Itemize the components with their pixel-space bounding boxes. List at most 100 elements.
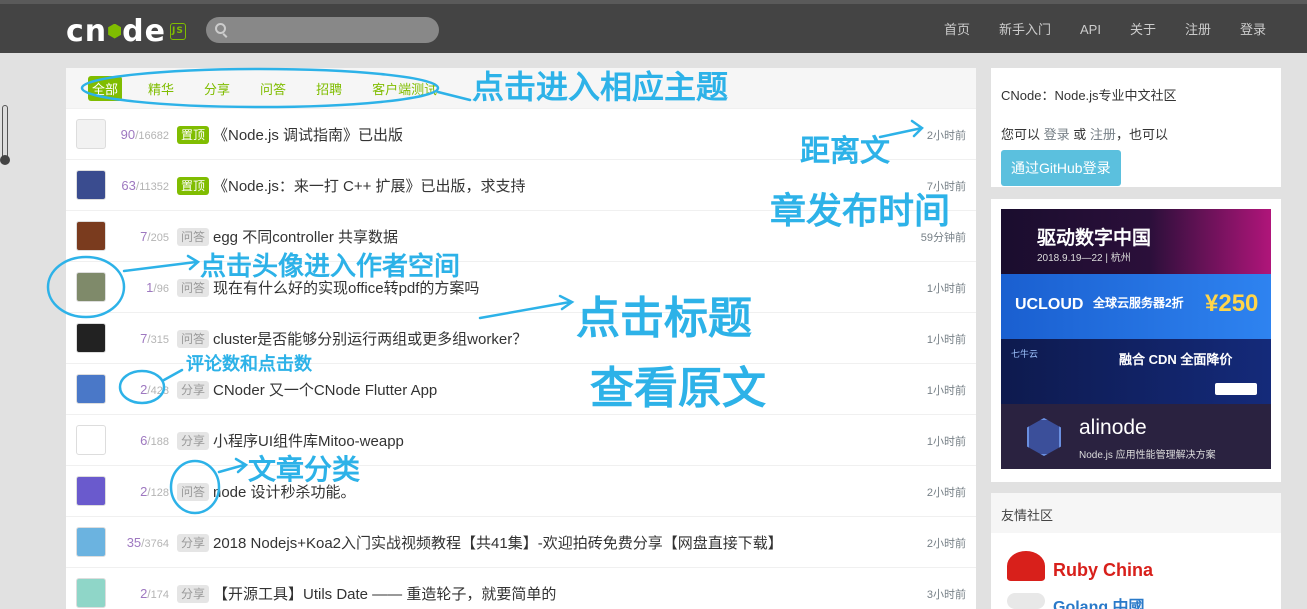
reply-visit-count: 7/315 xyxy=(104,331,169,346)
ad-title: UCLOUD xyxy=(1015,296,1084,313)
annotation-title-note-2: 查看原文 xyxy=(590,363,766,414)
search-icon xyxy=(215,23,226,34)
topic-title[interactable]: egg 不同controller 共享数据 xyxy=(213,226,398,247)
topic-title[interactable]: cluster是否能够分别运行两组或更多组worker？ xyxy=(213,328,527,349)
tab-share[interactable]: 分享 xyxy=(200,76,234,101)
tab-all[interactable]: 全部 xyxy=(88,75,123,101)
register-link[interactable]: 注册 xyxy=(1090,127,1116,142)
friend-link-golang[interactable]: Golang 中國 xyxy=(1053,593,1145,609)
friends-title: 友情社区 xyxy=(991,493,1281,533)
author-avatar[interactable] xyxy=(76,323,106,353)
node-hex-icon xyxy=(108,23,122,39)
topic-tag: 问答 xyxy=(177,330,210,348)
topic-row[interactable]: 35/3764 分享 2018 Nodejs+Koa2入门实战视频教程【共41集… xyxy=(66,516,976,567)
author-avatar[interactable] xyxy=(76,527,106,557)
search-input[interactable] xyxy=(206,17,439,43)
login-suffix: ，也可以 xyxy=(1115,127,1168,142)
ad-banner-alinode[interactable]: alinode Node.js 应用性能管理解决方案 xyxy=(1001,404,1271,469)
reply-count: 90 xyxy=(120,126,136,142)
annotation-count-note: 评论数和点击数 xyxy=(186,354,312,375)
reply-visit-count: 7/205 xyxy=(104,229,169,244)
topic-title[interactable]: 《Node.js：来一打 C++ 扩展》已出版，求支持 xyxy=(213,175,526,196)
nav-home[interactable]: 首页 xyxy=(944,20,970,40)
ad-subtitle: Node.js 应用性能管理解决方案 xyxy=(1079,450,1216,461)
topic-row[interactable]: 2/174 分享 【开源工具】Utils Date —— 重造轮子，就要简单的 … xyxy=(66,567,976,609)
topic-tag: 分享 xyxy=(177,534,210,552)
nav-api[interactable]: API xyxy=(1080,20,1101,40)
nav-about[interactable]: 关于 xyxy=(1130,20,1156,40)
tab-ask[interactable]: 问答 xyxy=(256,76,290,101)
ruby-logo-icon xyxy=(1007,551,1045,581)
tab-good[interactable]: 精华 xyxy=(144,76,178,101)
golang-gopher-icon xyxy=(1007,593,1045,609)
logo-text: cn xyxy=(66,13,108,49)
topic-row[interactable]: 6/188 分享 小程序UI组件库Mitoo-weapp 1小时前 xyxy=(66,414,976,465)
thermometer-icon xyxy=(0,105,10,165)
author-avatar[interactable] xyxy=(76,374,106,404)
author-avatar[interactable] xyxy=(76,221,106,251)
main-nav: 首页 新手入门 API 关于 注册 登录 xyxy=(915,20,1266,40)
topic-title[interactable]: CNoder 又一个CNode Flutter App xyxy=(213,379,437,400)
author-avatar[interactable] xyxy=(76,170,106,200)
ad-banner-digital-china[interactable]: 驱动数字中国 2018.9.19—22 | 杭州 xyxy=(1001,209,1271,274)
topic-title[interactable]: 《Node.js 调试指南》已出版 xyxy=(213,124,403,145)
reply-visit-count: 2/174 xyxy=(104,586,169,601)
visit-count: 128 xyxy=(150,486,169,499)
github-login-button[interactable]: 通过GitHub登录 xyxy=(1001,150,1121,186)
nav-getstart[interactable]: 新手入门 xyxy=(999,20,1051,40)
author-avatar[interactable] xyxy=(76,425,106,455)
last-reply-time[interactable]: 2小时前 xyxy=(927,535,966,551)
reply-visit-count: 63/11352 xyxy=(104,178,169,193)
topic-title[interactable]: 【开源工具】Utils Date —— 重造轮子，就要简单的 xyxy=(213,583,556,604)
reply-count: 63 xyxy=(121,177,136,193)
topic-tag: 分享 xyxy=(177,381,210,399)
ad-subtitle: 2018.9.19—22 | 杭州 xyxy=(1037,253,1131,264)
visit-count: 174 xyxy=(150,588,169,601)
nav-register[interactable]: 注册 xyxy=(1185,20,1211,40)
last-reply-time[interactable]: 1小时前 xyxy=(927,331,966,347)
cnode-logo[interactable]: cn de JS xyxy=(66,13,186,49)
ad-title: 驱动数字中国 xyxy=(1037,228,1152,249)
last-reply-time[interactable]: 1小时前 xyxy=(927,280,966,296)
nav-login[interactable]: 登录 xyxy=(1240,20,1266,40)
topic-title[interactable]: 2018 Nodejs+Koa2入门实战视频教程【共41集】-欢迎拍砖免费分享【… xyxy=(213,532,783,553)
visit-count: 188 xyxy=(150,435,169,448)
reply-visit-count: 90/16682 xyxy=(104,127,169,142)
last-reply-time[interactable]: 2小时前 xyxy=(927,127,966,143)
last-reply-time[interactable]: 3小时前 xyxy=(927,586,966,602)
visit-count: 205 xyxy=(150,231,169,244)
visit-count: 96 xyxy=(156,282,169,295)
author-avatar[interactable] xyxy=(76,476,106,506)
author-avatar[interactable] xyxy=(76,119,106,149)
reply-visit-count: 2/428 xyxy=(104,382,169,397)
last-reply-time[interactable]: 1小时前 xyxy=(927,382,966,398)
ad-banner-ucloud[interactable]: UCLOUD 全球云服务器2折 ¥250 xyxy=(1001,274,1271,339)
topic-row[interactable]: 2/128 问答 node 设计秒杀功能。 2小时前 xyxy=(66,465,976,516)
last-reply-time[interactable]: 2小时前 xyxy=(927,484,966,500)
login-link[interactable]: 登录 xyxy=(1044,127,1070,142)
topic-tag: 置顶 xyxy=(177,126,210,144)
annotation-tabs-note: 点击进入相应主题 xyxy=(472,68,729,106)
author-avatar[interactable] xyxy=(76,272,106,302)
ad-banner-qiniu[interactable]: 七牛云 融合 CDN 全面降价 xyxy=(1001,339,1271,404)
annotation-avatar-note: 点击头像进入作者空间 xyxy=(200,252,461,282)
annotation-time-note-1: 距离文 xyxy=(800,134,890,169)
tab-dev[interactable]: 客户端测试 xyxy=(368,76,441,101)
ad-title: 融合 CDN 全面降价 xyxy=(1119,352,1233,367)
annotation-title-note-1: 点击标题 xyxy=(576,293,752,344)
logo-text-tail: de xyxy=(122,13,166,49)
topic-tag: 问答 xyxy=(177,228,210,246)
reply-visit-count: 1/96 xyxy=(104,280,169,295)
login-or: 或 xyxy=(1073,127,1087,142)
alinode-cube-icon xyxy=(1027,418,1061,456)
friend-link-ruby[interactable]: Ruby China xyxy=(1053,560,1153,581)
login-prompt: 您可以 登录 或 注册，也可以 xyxy=(1001,124,1271,143)
ad-title: alinode xyxy=(1079,416,1147,439)
top-navbar: cn de JS 首页 新手入门 API 关于 注册 登录 xyxy=(0,0,1307,53)
ads-card: 驱动数字中国 2018.9.19—22 | 杭州 UCLOUD 全球云服务器2折… xyxy=(991,199,1281,482)
author-avatar[interactable] xyxy=(76,578,106,608)
last-reply-time[interactable]: 1小时前 xyxy=(927,433,966,449)
site-description: CNode：Node.js专业中文社区 xyxy=(1001,88,1177,103)
visit-count: 428 xyxy=(150,384,169,397)
tab-job[interactable]: 招聘 xyxy=(312,76,346,101)
